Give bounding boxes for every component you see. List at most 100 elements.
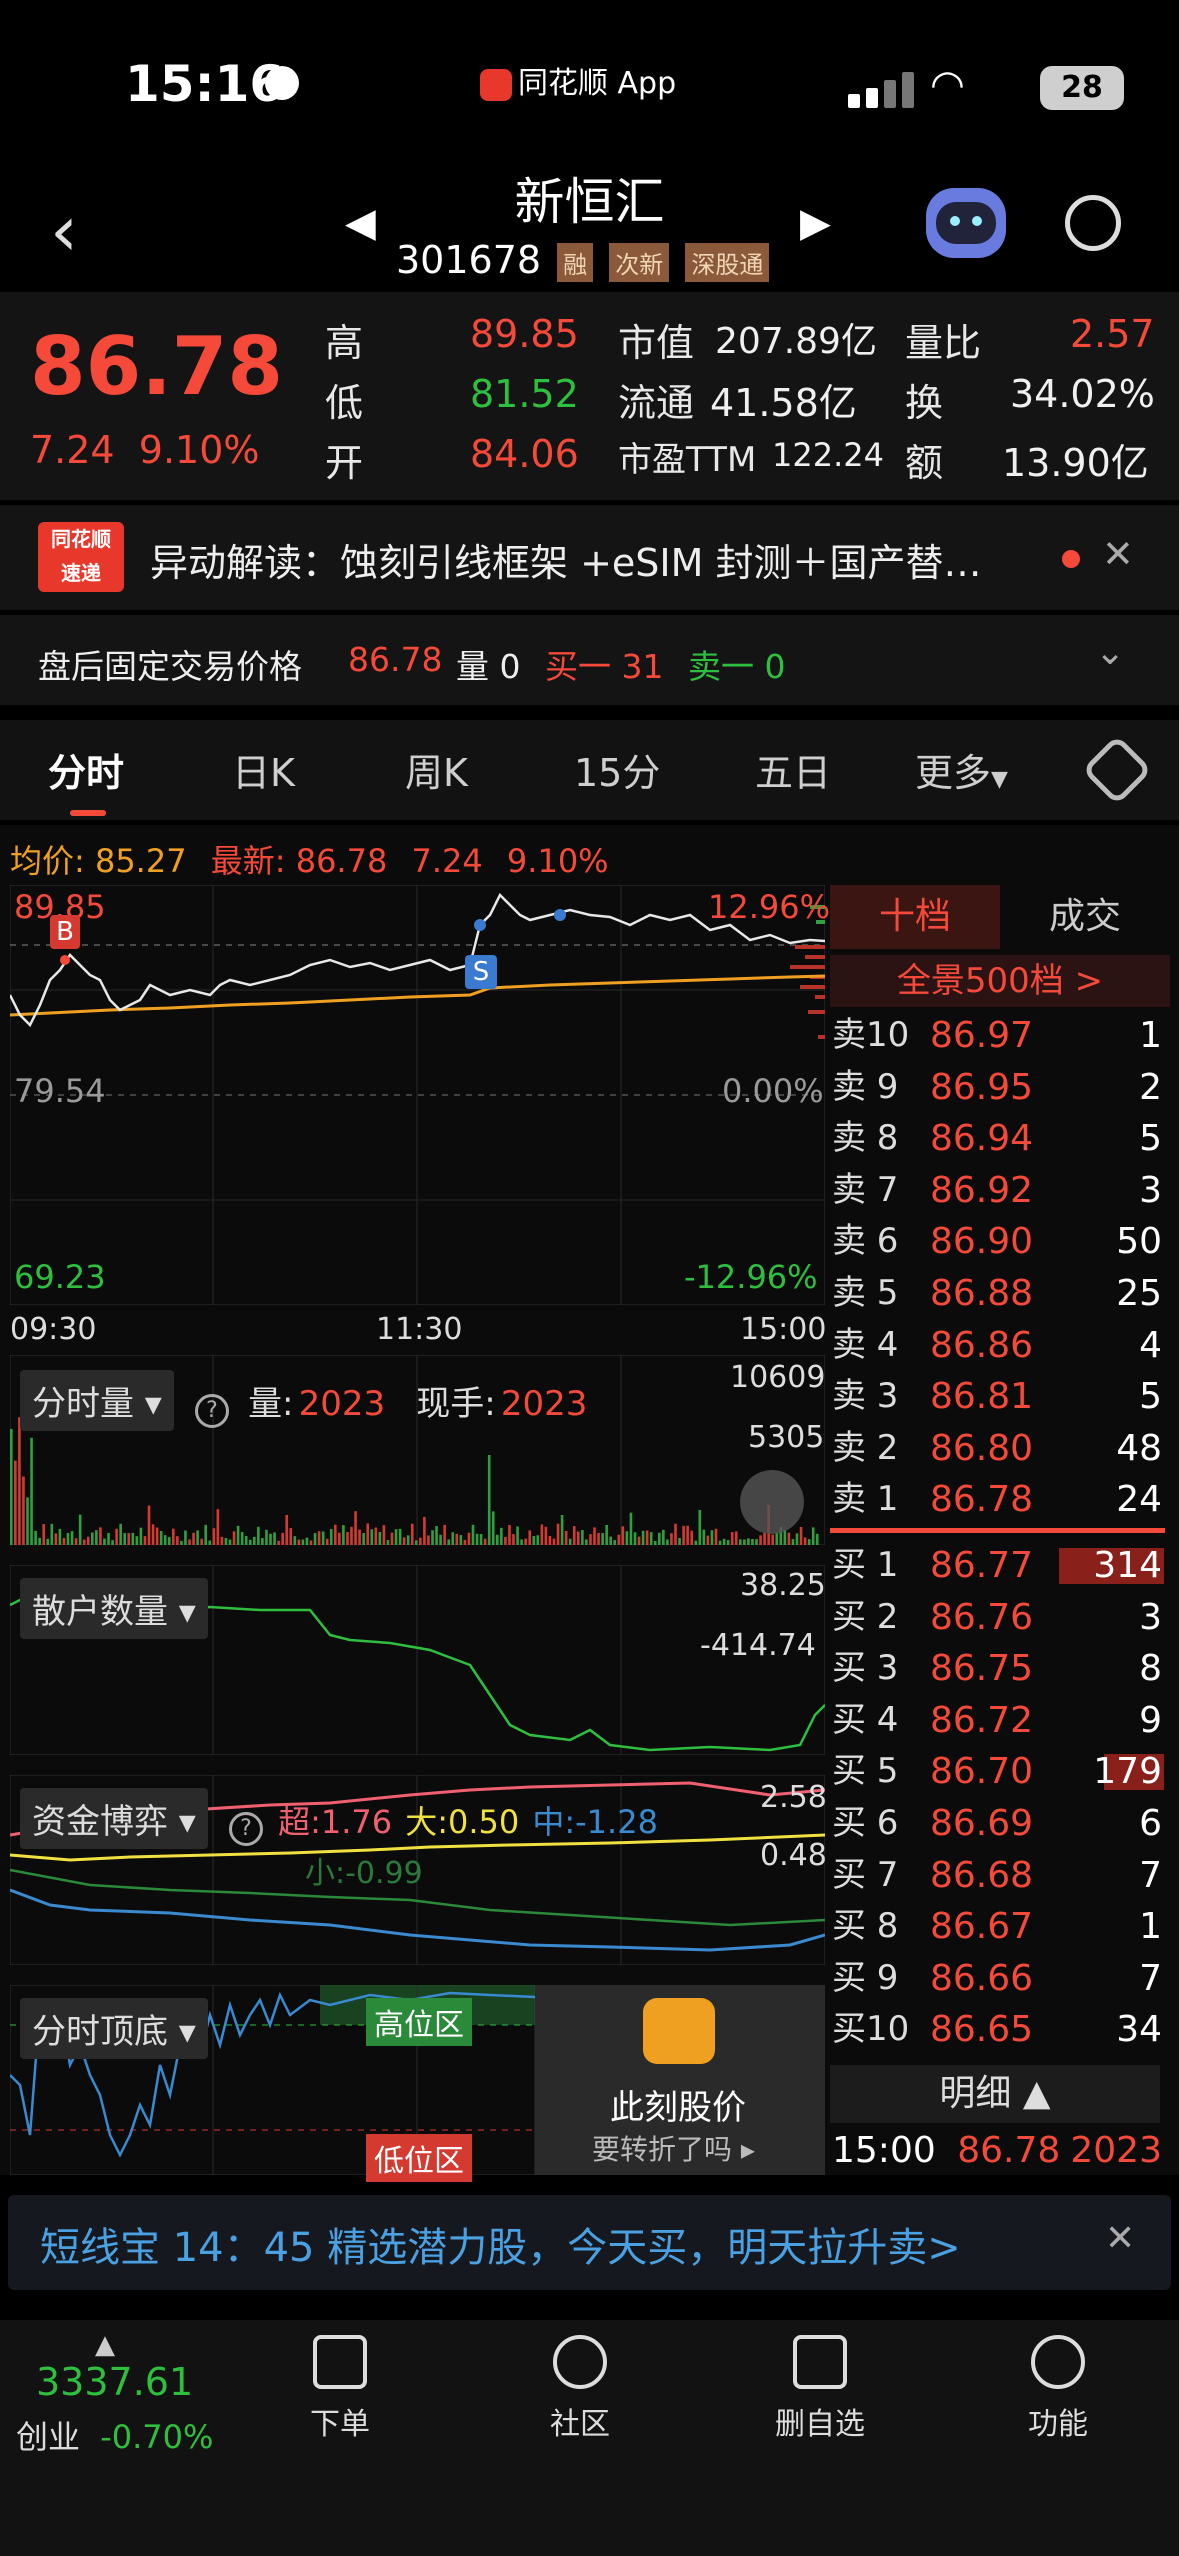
chevron-down-icon[interactable]: ⌄: [1095, 632, 1125, 673]
fund-indicator-dropdown[interactable]: 资金博弈 ▾: [20, 1788, 208, 1849]
retail-axis-top: 38.25: [740, 1568, 826, 1603]
expand-index-icon[interactable]: ▲: [95, 2330, 115, 2360]
spread-divider: [830, 1528, 1165, 1533]
level-price: 86.67: [930, 1906, 1034, 1948]
orderbook-row[interactable]: 买 6 86.69 6: [830, 1798, 1170, 1850]
orderbook-row[interactable]: 卖 6 86.90 50: [830, 1216, 1170, 1268]
buy-signal-marker[interactable]: B: [50, 915, 80, 949]
orderbook-row[interactable]: 买 8 86.67 1: [830, 1901, 1170, 1953]
tab-weekly-k[interactable]: 周K: [405, 742, 468, 797]
level-volume: 7: [1139, 1854, 1162, 1896]
orderbook-row[interactable]: 卖 3 86.81 5: [830, 1371, 1170, 1423]
orderbook-row[interactable]: 卖10 86.97 1: [830, 1010, 1170, 1062]
orderbook-row[interactable]: 卖 4 86.86 4: [830, 1320, 1170, 1372]
tab-trades[interactable]: 成交: [1000, 885, 1170, 949]
orderbook-row[interactable]: 买 1 86.77 314: [830, 1540, 1170, 1592]
robot-assistant-icon[interactable]: [926, 188, 1006, 258]
sell-signal-marker[interactable]: S: [465, 955, 497, 989]
promo-banner-text[interactable]: 短线宝 14：45 精选潜力股，今天买，明天拉升卖>: [40, 2215, 961, 2273]
level-volume: 7: [1139, 1957, 1162, 1999]
volume-bar: [180, 1540, 183, 1545]
tab-remove-watchlist[interactable]: 删自选: [760, 2335, 880, 2443]
chart-promo-icon: [643, 1998, 715, 2064]
volume-bar: [172, 1528, 175, 1545]
index-name: 创业: [16, 2418, 81, 2456]
volume-bar: [285, 1514, 288, 1545]
volume-bar: [593, 1527, 596, 1545]
volume-bar: [212, 1528, 216, 1545]
volume-bar: [734, 1531, 738, 1545]
search-icon[interactable]: [1065, 195, 1121, 251]
orderbook-row[interactable]: 买 9 86.66 7: [830, 1953, 1170, 2005]
pct-axis-max: 12.96%: [708, 888, 831, 926]
volume-bar: [439, 1534, 442, 1545]
help-icon[interactable]: ?: [194, 1393, 229, 1428]
tab-5day[interactable]: 五日: [755, 742, 831, 797]
tab-15min[interactable]: 15分: [574, 742, 660, 797]
volume-bar: [520, 1539, 523, 1545]
volume-bar: [74, 1538, 78, 1545]
volume-axis-top: 10609: [730, 1360, 826, 1395]
orderbook-row[interactable]: 卖 5 86.88 25: [830, 1268, 1170, 1320]
volume-bar: [224, 1537, 228, 1545]
volume-bar: [601, 1533, 604, 1545]
orderbook-row[interactable]: 买 4 86.72 9: [830, 1695, 1170, 1747]
volume-bar: [289, 1528, 293, 1545]
detail-toggle[interactable]: 明细 ▲: [830, 2065, 1160, 2123]
volume-bar: [536, 1535, 540, 1545]
index-line[interactable]: 创业 -0.70%: [16, 2412, 213, 2458]
tab-functions[interactable]: 功能: [1008, 2335, 1108, 2443]
volume-bar: [431, 1530, 434, 1545]
volume-bar: [718, 1540, 722, 1545]
orderbook-row[interactable]: 卖 8 86.94 5: [830, 1113, 1170, 1165]
retail-indicator-dropdown[interactable]: 散户数量 ▾: [20, 1578, 208, 1639]
index-value[interactable]: 3337.61: [36, 2360, 193, 2404]
orderbook-row[interactable]: 卖 2 86.80 48: [830, 1423, 1170, 1475]
fullscreen-icon[interactable]: [740, 1470, 804, 1534]
tab-ten-levels[interactable]: 十档: [830, 885, 1000, 949]
volume-bar: [107, 1532, 110, 1545]
pe-label: 市盈TTM: [618, 440, 757, 480]
volume-bar: [629, 1512, 633, 1545]
orderbook-row[interactable]: 卖 7 86.92 3: [830, 1165, 1170, 1217]
full-depth-button[interactable]: 全景500档 >: [830, 955, 1170, 1007]
orderbook-row[interactable]: 买 5 86.70 179: [830, 1746, 1170, 1798]
close-banner-icon[interactable]: ✕: [1105, 2218, 1135, 2259]
volume-bar: [127, 1533, 131, 1545]
orderbook-row[interactable]: 买10 86.65 34: [830, 2004, 1170, 2056]
tab-order[interactable]: 下单: [290, 2335, 390, 2443]
volume-bar: [528, 1530, 531, 1545]
intraday-price-chart[interactable]: [10, 885, 825, 1305]
volume-indicator-dropdown[interactable]: 分时量 ▾: [20, 1370, 174, 1431]
back-to-app[interactable]: 同花顺 App: [480, 58, 676, 102]
volume-bar: [362, 1533, 365, 1545]
orderbook-row[interactable]: 买 2 86.76 3: [830, 1592, 1170, 1644]
volume-bar: [649, 1532, 653, 1545]
news-text[interactable]: 异动解读：蚀刻引线框架 +eSIM 封测＋国产替…: [150, 532, 1030, 587]
volume-bar: [698, 1509, 702, 1545]
volume-bar: [200, 1538, 203, 1545]
volume-bar: [771, 1534, 774, 1545]
tab-intraday[interactable]: 分时: [48, 742, 124, 797]
tab-daily-k[interactable]: 日K: [232, 742, 295, 797]
volume-bar: [253, 1536, 256, 1545]
help-icon[interactable]: ?: [228, 1811, 263, 1846]
close-icon[interactable]: ✕: [1102, 532, 1134, 576]
volume-bar: [581, 1530, 584, 1545]
high-zone-label: 高位区: [366, 1998, 472, 2046]
tab-more[interactable]: 更多▼: [915, 742, 1008, 797]
orderbook-row[interactable]: 买 3 86.75 8: [830, 1643, 1170, 1695]
volume-bar: [293, 1536, 297, 1545]
orderbook-row[interactable]: 卖 1 86.78 24: [830, 1474, 1170, 1526]
amount-label: 额: [905, 441, 944, 485]
volume-panel-header: 分时量 ▾ ? 量: 2023 现手: 2023: [20, 1370, 587, 1431]
post-fixed-buy1: 买一 31: [545, 647, 664, 686]
volume-bar: [277, 1540, 280, 1545]
volume-bar: [560, 1514, 564, 1545]
orderbook-row[interactable]: 买 7 86.68 7: [830, 1850, 1170, 1902]
volume-bar: [451, 1532, 455, 1545]
volume-bar: [297, 1539, 301, 1545]
top-bottom-indicator-dropdown[interactable]: 分时顶底 ▾: [20, 1998, 208, 2059]
orderbook-row[interactable]: 卖 9 86.95 2: [830, 1062, 1170, 1114]
tab-community[interactable]: 社区: [530, 2335, 630, 2443]
